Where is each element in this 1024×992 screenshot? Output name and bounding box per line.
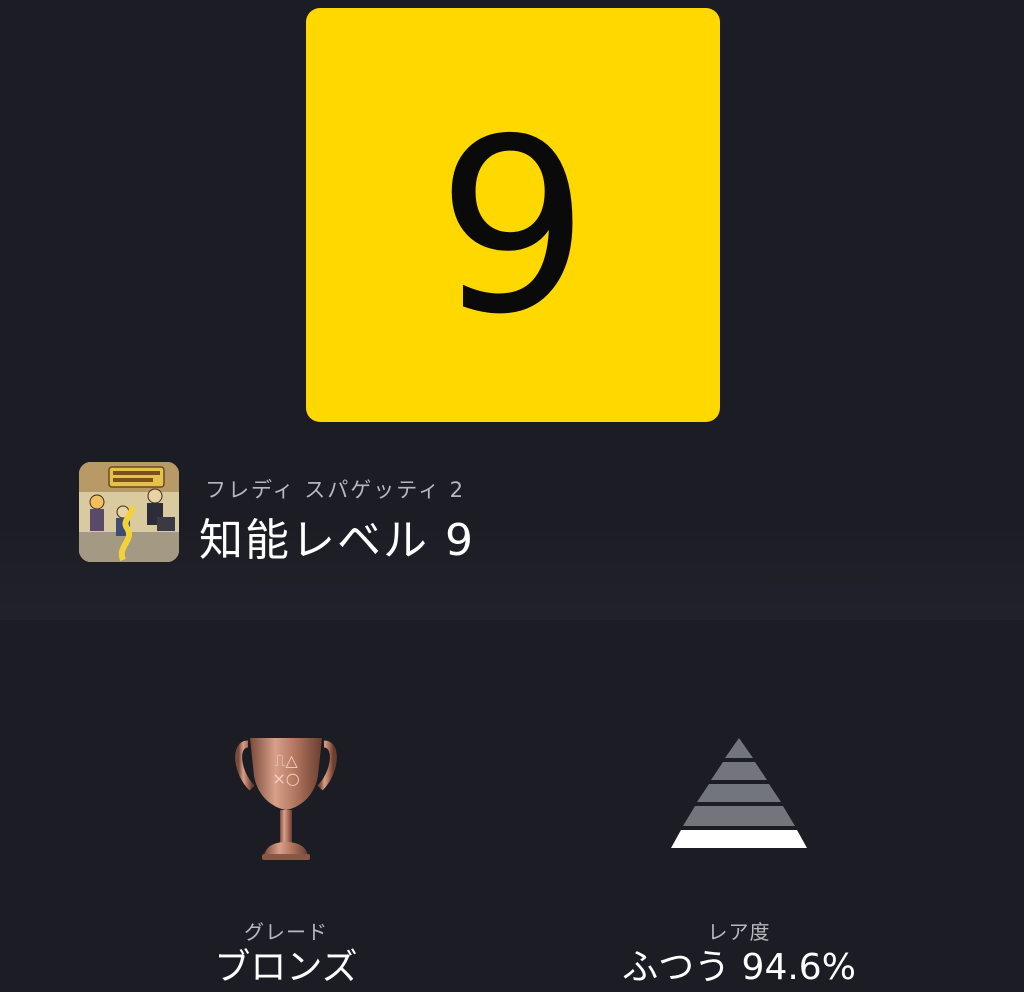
trophy-art-number: 9 <box>437 87 590 367</box>
game-title: フレディ スパゲッティ 2 <box>205 478 465 502</box>
grade-stat: ⎍△ ×○ グレード ブロンズ <box>136 720 436 992</box>
grade-value: ブロンズ <box>214 947 358 988</box>
svg-text:⎍△: ⎍△ <box>274 751 298 770</box>
trophy-title: 知能レベル 9 <box>199 515 475 566</box>
bronze-trophy-icon: ⎍△ ×○ <box>186 732 386 876</box>
trophy-art: 9 <box>306 8 720 422</box>
svg-text:×○: ×○ <box>272 769 299 788</box>
rarity-value: ふつう 94.6% <box>622 947 856 988</box>
rarity-pyramid-icon <box>639 732 839 876</box>
game-thumbnail[interactable] <box>79 462 179 562</box>
rarity-stat: レア度 ふつう 94.6% <box>589 720 889 992</box>
